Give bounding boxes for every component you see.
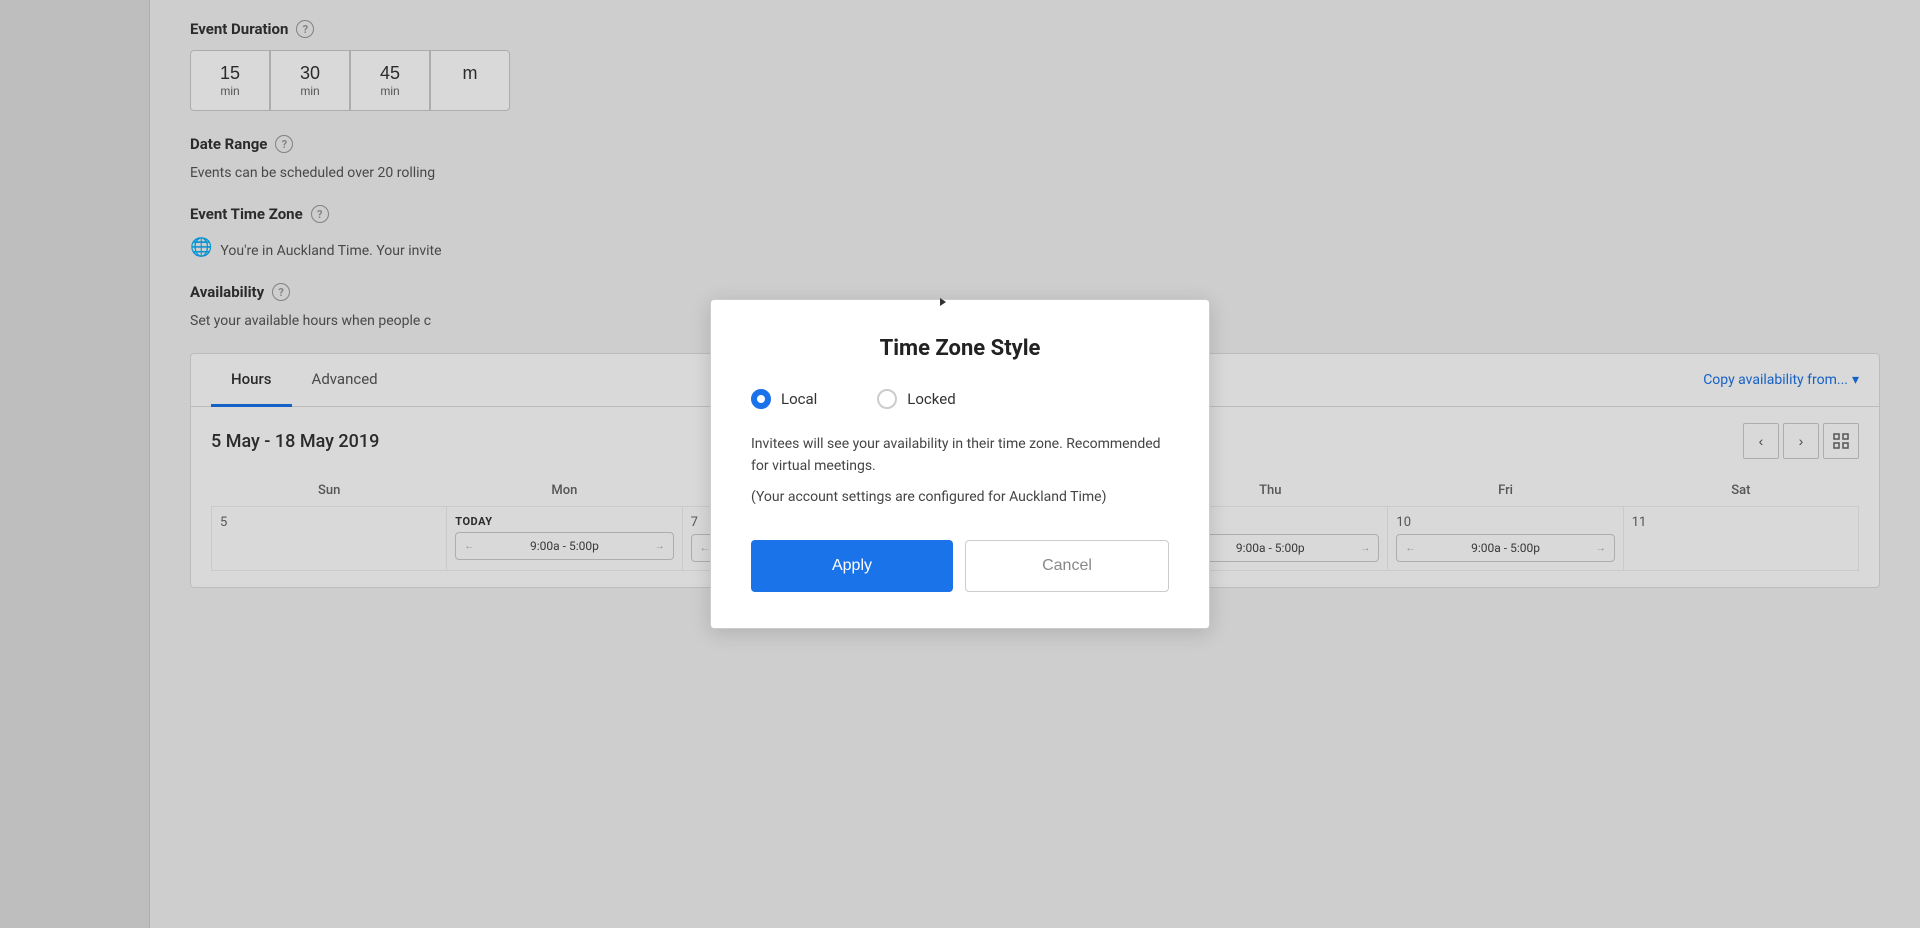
modal-overlay: Time Zone Style Local Locked Invitees wi… bbox=[0, 0, 1920, 928]
modal-title: Time Zone Style bbox=[751, 336, 1169, 361]
apply-button[interactable]: Apply bbox=[751, 540, 953, 592]
timezone-radio-group: Local Locked bbox=[751, 389, 1169, 409]
modal-note: (Your account settings are configured fo… bbox=[751, 486, 1169, 508]
local-radio-option[interactable]: Local bbox=[751, 389, 817, 409]
cancel-button[interactable]: Cancel bbox=[965, 540, 1169, 592]
local-radio-label: Local bbox=[781, 390, 817, 408]
locked-radio-label: Locked bbox=[907, 390, 955, 408]
timezone-style-modal: Time Zone Style Local Locked Invitees wi… bbox=[710, 299, 1210, 629]
locked-radio-option[interactable]: Locked bbox=[877, 389, 955, 409]
locked-radio-button[interactable] bbox=[877, 389, 897, 409]
modal-description: Invitees will see your availability in t… bbox=[751, 433, 1169, 478]
local-radio-button[interactable] bbox=[751, 389, 771, 409]
modal-buttons: Apply Cancel bbox=[751, 540, 1169, 592]
